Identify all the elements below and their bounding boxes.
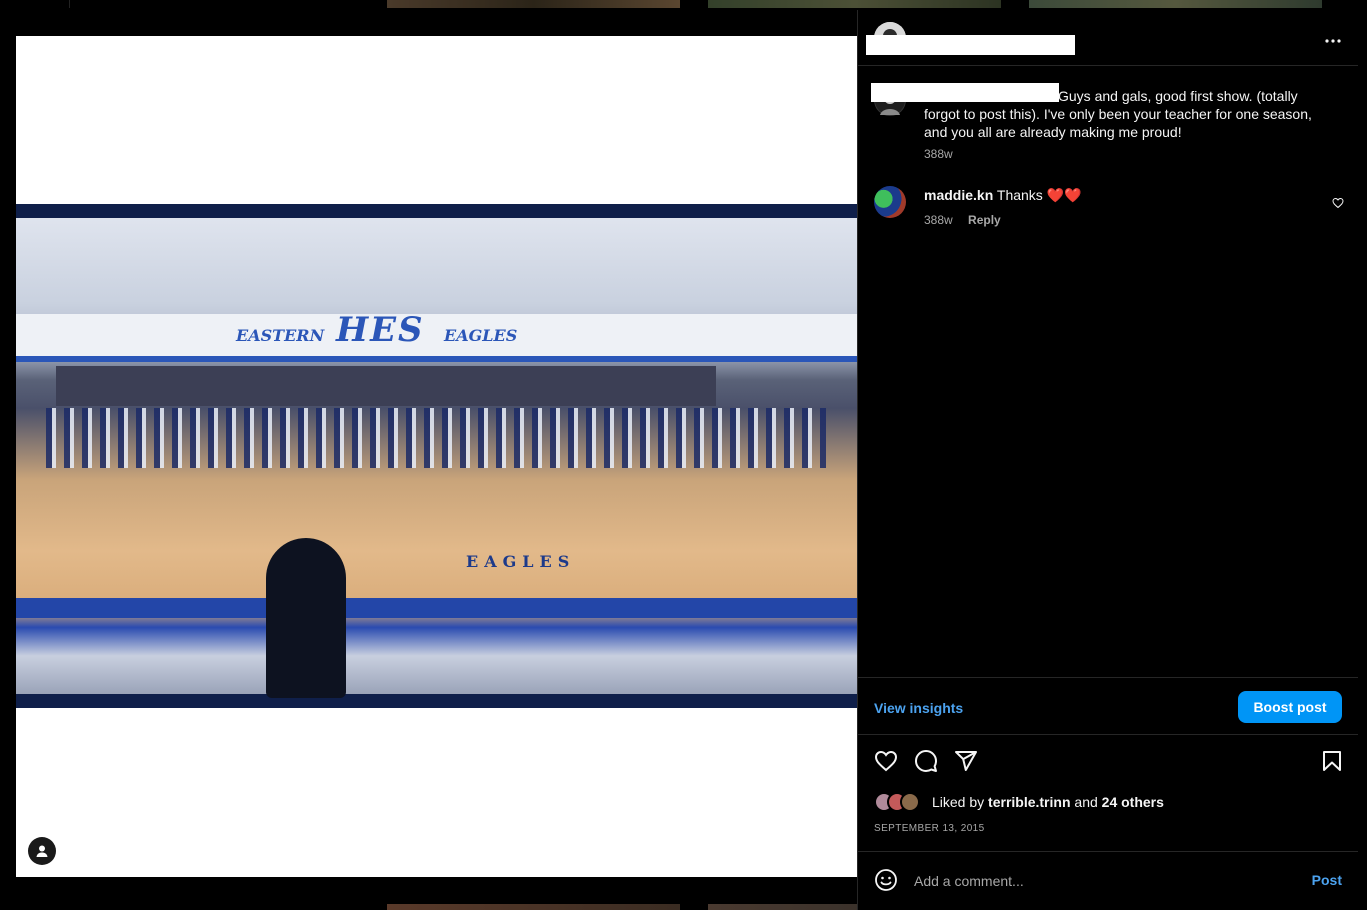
grid-thumbnail[interactable] (387, 0, 680, 8)
comment-input[interactable] (914, 870, 1284, 892)
banner-logo: HES (336, 310, 425, 350)
post-date[interactable]: SEPTEMBER 13, 2015 (874, 823, 985, 834)
caption-body: Guys and gals, good first show. (totally… (924, 88, 1312, 140)
comment-button[interactable] (914, 749, 940, 775)
caption-text: Guys and gals, good first show. (totally… (924, 87, 1324, 141)
smiley-icon (875, 869, 897, 891)
commenter-avatar[interactable] (874, 186, 906, 218)
grid-divider (69, 0, 70, 8)
comment-meta: 388w Reply (924, 213, 1001, 227)
heart-icon (1332, 197, 1344, 209)
bleachers (56, 366, 716, 406)
comment-bubble-icon (915, 750, 937, 772)
share-button[interactable] (954, 749, 980, 775)
comment-composer: Post (858, 851, 1358, 910)
comment-like-button[interactable] (1332, 196, 1344, 214)
post-header (858, 10, 1358, 66)
floor-text: EAGLES (466, 552, 576, 571)
more-options-button[interactable] (1324, 28, 1342, 49)
commenter-username[interactable]: maddie.kn (924, 187, 993, 203)
more-horizontal-icon (1325, 39, 1341, 43)
gym-banner (16, 314, 857, 358)
paper-plane-icon (955, 751, 977, 771)
likes-joiner: and (1074, 794, 1098, 810)
likes-others-link[interactable]: 24 others (1102, 794, 1164, 810)
liker-avatar[interactable] (900, 792, 920, 812)
comment-item: maddie.kn Thanks ❤️❤️ 388w Reply (874, 186, 1344, 236)
save-button[interactable] (1320, 749, 1346, 775)
post-actions (858, 743, 1358, 783)
comment-line: maddie.kn Thanks ❤️❤️ (924, 187, 1082, 204)
marching-band (46, 408, 826, 468)
bookmark-icon (1323, 751, 1341, 771)
insights-bar: View insights Boost post (858, 677, 1358, 735)
like-button[interactable] (874, 749, 900, 775)
tagged-users-button[interactable] (28, 837, 56, 865)
court-line (16, 598, 857, 618)
post-media[interactable]: EASTERN HES EAGLES EAGLES (16, 36, 857, 877)
post-details-panel: Guys and gals, good first show. (totally… (857, 10, 1358, 910)
likes-prefix: Liked by (932, 794, 985, 810)
gym-scene: EASTERN HES EAGLES EAGLES (16, 218, 857, 698)
heart-icon (874, 750, 898, 772)
comment-timestamp[interactable]: 388w (924, 213, 953, 227)
banner-text-left: EASTERN (236, 326, 325, 345)
view-insights-link[interactable]: View insights (874, 700, 963, 716)
user-icon (36, 845, 48, 857)
banner-stripe (16, 356, 857, 362)
emoji-button[interactable] (874, 868, 900, 894)
grid-thumbnail[interactable] (1029, 0, 1322, 8)
post-photo: EASTERN HES EAGLES EAGLES (16, 204, 857, 708)
redaction-box (866, 35, 1075, 55)
grid-thumbnail[interactable] (387, 904, 680, 910)
caption-timestamp[interactable]: 388w (924, 147, 953, 161)
banner-text-right: EAGLES (444, 326, 518, 345)
reply-button[interactable]: Reply (968, 213, 1001, 227)
grid-thumbnail[interactable] (708, 0, 1001, 8)
liker-username[interactable]: terrible.trinn (988, 794, 1070, 810)
comment-text: Thanks ❤️❤️ (996, 187, 1082, 203)
drum-major-silhouette (266, 538, 346, 698)
boost-post-button[interactable]: Boost post (1238, 691, 1342, 723)
post-comment-button[interactable]: Post (1312, 872, 1342, 888)
likes-text: Liked by terrible.trinn and 24 others (932, 794, 1164, 810)
